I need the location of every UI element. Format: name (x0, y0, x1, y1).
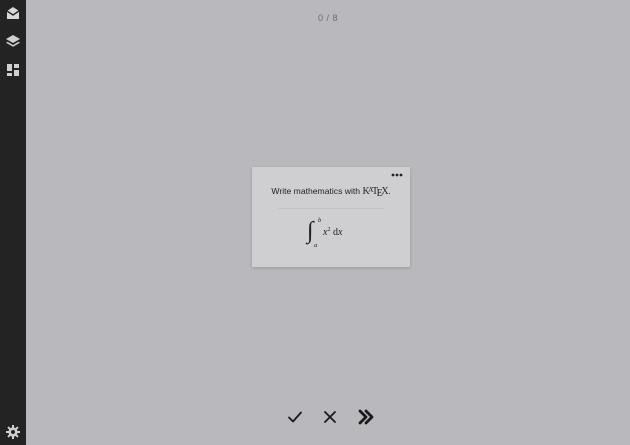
math-formula: ∫ b a x2 dx (305, 217, 357, 251)
card-back: ∫ b a x2 dx (252, 216, 410, 252)
integral-sign: ∫ (307, 218, 314, 244)
check-icon (288, 411, 302, 423)
integral-upper-bound: b (318, 217, 322, 224)
card-counter: 0 / 8 (317, 13, 338, 23)
gear-icon (6, 425, 20, 439)
dashboard-icon (7, 64, 19, 76)
incorrect-button[interactable] (318, 405, 342, 429)
flashcard[interactable]: Write mathematics with KATEX. ∫ b a x2 d… (252, 167, 410, 267)
integrand: x2 dx (323, 227, 343, 238)
integral-lower-bound: a (314, 242, 318, 249)
inbox-icon (6, 7, 20, 19)
ellipsis-icon (391, 173, 403, 177)
skip-icon (358, 409, 374, 425)
card-menu-button[interactable] (390, 170, 404, 180)
settings-button[interactable] (0, 419, 26, 445)
sidebar-item-inbox[interactable] (0, 0, 26, 26)
card-divider (278, 208, 384, 209)
close-icon (324, 411, 336, 423)
sidebar (0, 0, 26, 445)
layers-icon (6, 35, 20, 47)
sidebar-item-dashboard[interactable] (0, 57, 26, 83)
correct-button[interactable] (283, 405, 307, 429)
skip-button[interactable] (354, 405, 378, 429)
katex-logo: KATEX (362, 186, 389, 199)
sidebar-item-decks[interactable] (0, 28, 26, 54)
card-front: Write mathematics with KATEX. (271, 186, 391, 199)
card-front-text: Write mathematics with (271, 186, 361, 196)
